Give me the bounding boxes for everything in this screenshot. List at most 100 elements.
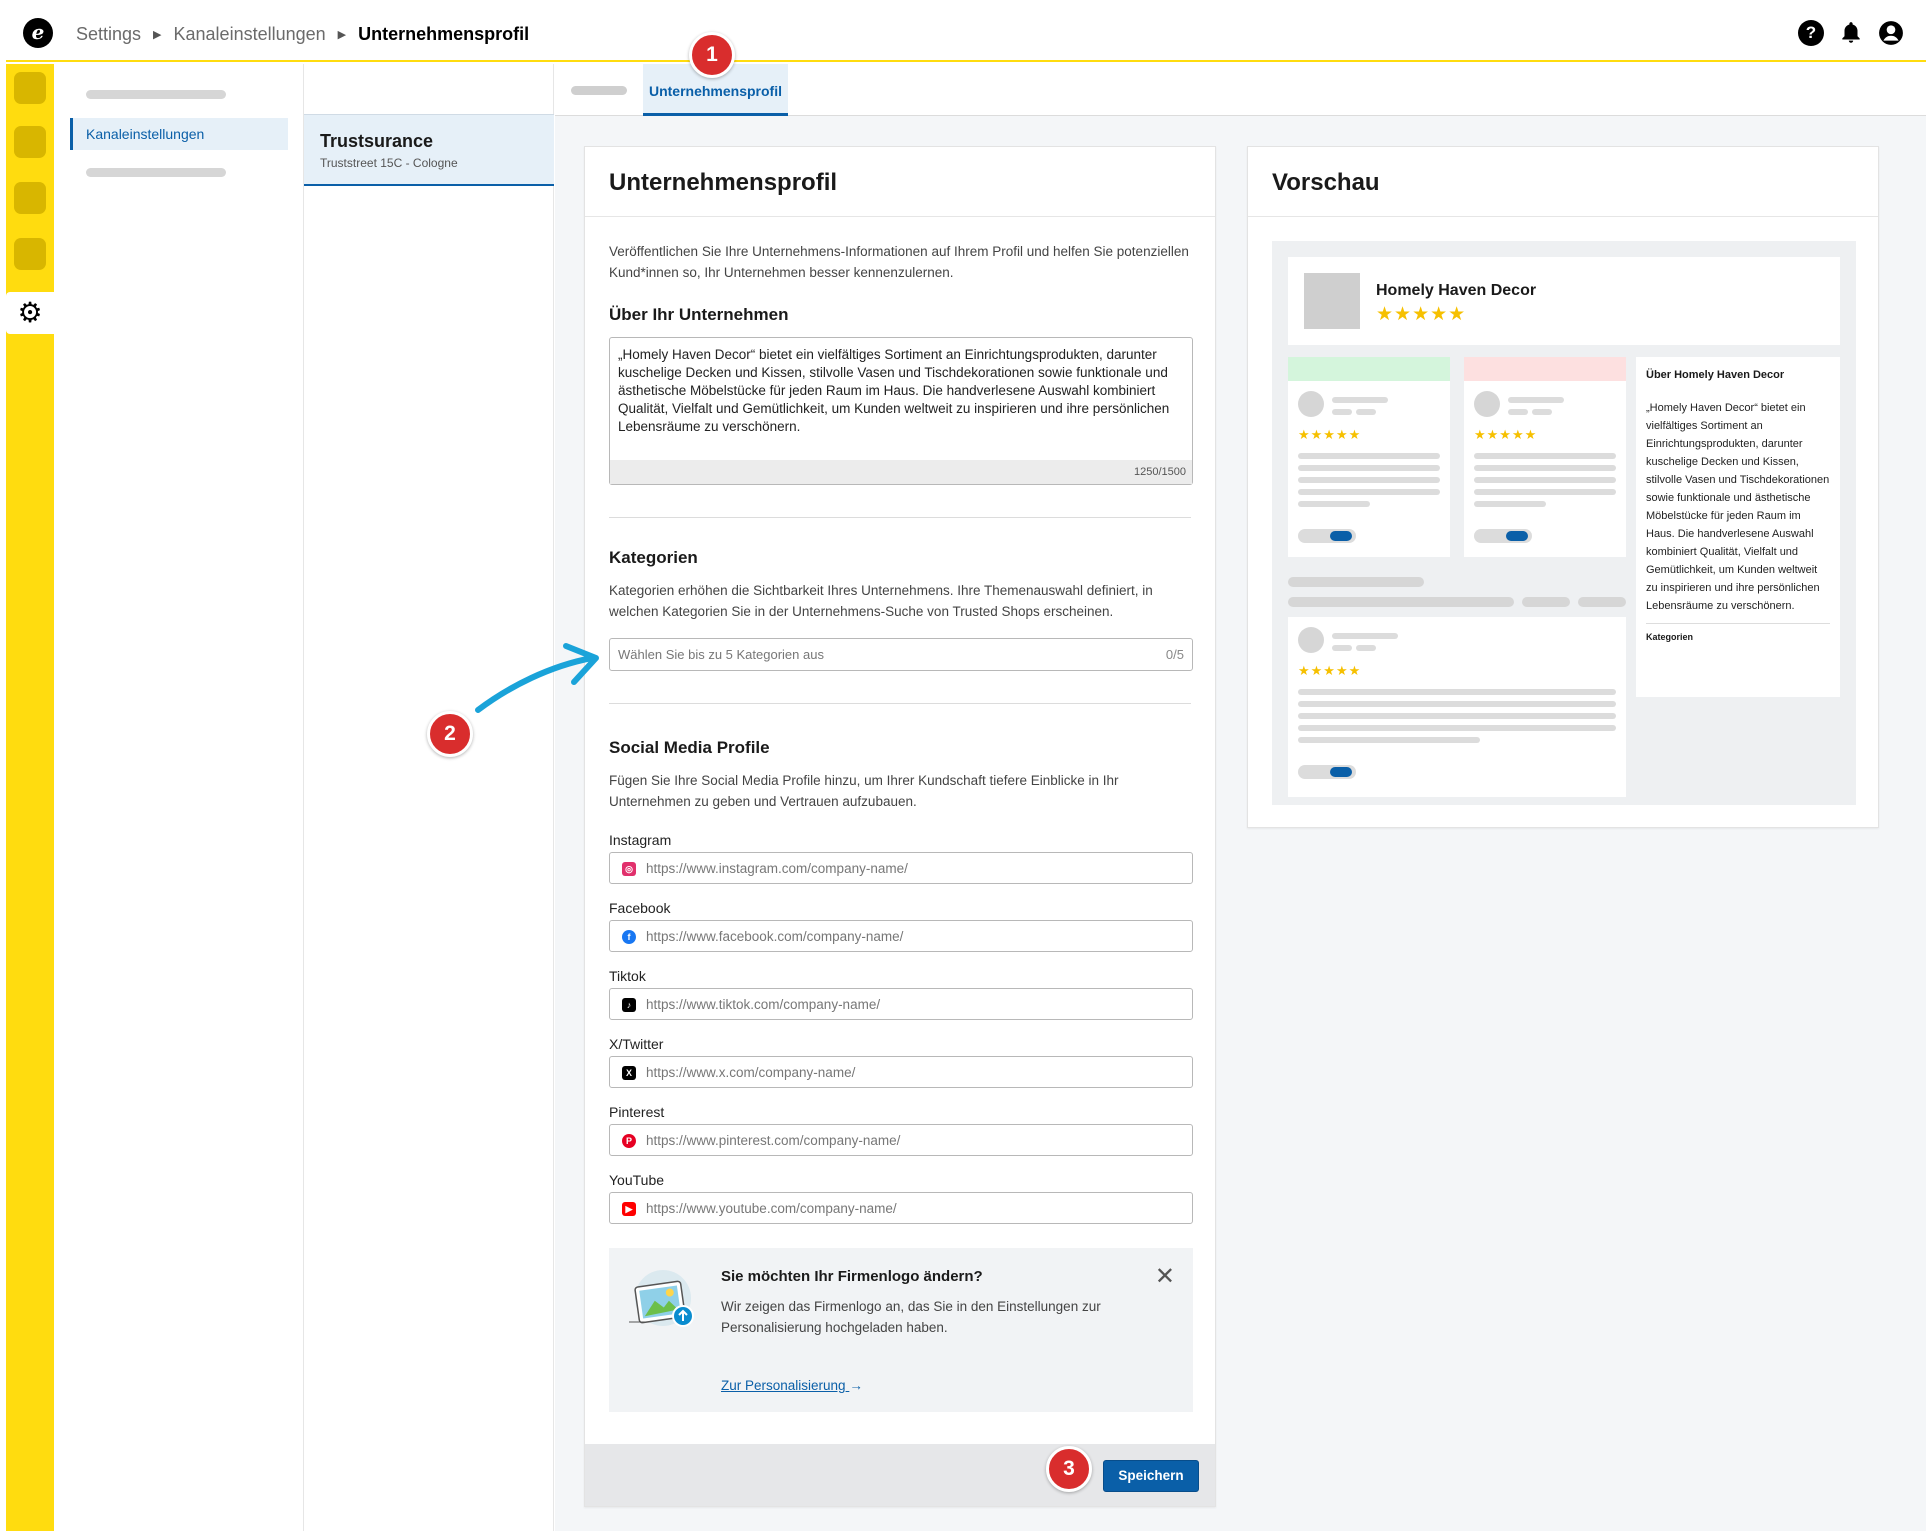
- bell-icon[interactable]: [1838, 20, 1864, 46]
- instagram-icon: ◎: [622, 862, 636, 876]
- text-placeholder: [1474, 501, 1546, 507]
- facebook-label: Facebook: [609, 900, 671, 916]
- gear-icon[interactable]: ⚙: [6, 292, 54, 334]
- toggle: [1298, 765, 1356, 779]
- company-profile-card: Unternehmensprofil Veröffentlichen Sie I…: [584, 146, 1216, 1507]
- text-placeholder: [1298, 737, 1480, 743]
- personalization-link-label: Zur Personalisierung: [721, 1378, 846, 1393]
- pinterest-input[interactable]: P https://www.pinterest.com/company-name…: [609, 1124, 1193, 1156]
- preview-title: Vorschau: [1248, 147, 1878, 217]
- instagram-placeholder: https://www.instagram.com/company-name/: [646, 861, 908, 876]
- facebook-input[interactable]: f https://www.facebook.com/company-name/: [609, 920, 1193, 952]
- instagram-label: Instagram: [609, 832, 672, 848]
- about-text: „Homely Haven Decor“ bietet ein vielfält…: [618, 347, 1170, 434]
- logo-info-text: Wir zeigen das Firmenlogo an, das Sie in…: [721, 1299, 1101, 1335]
- youtube-placeholder: https://www.youtube.com/company-name/: [646, 1201, 897, 1216]
- annotation-badge-3: 3: [1046, 1446, 1092, 1492]
- text-placeholder: [1298, 689, 1616, 695]
- arrow-right-icon: →: [849, 1378, 863, 1393]
- categories-text: Kategorien erhöhen die Sichtbarkeit Ihre…: [609, 583, 1153, 619]
- about-heading: Über Ihr Unternehmen: [609, 305, 789, 324]
- breadcrumb: Settings ▶ Kanaleinstellungen ▶ Unterneh…: [76, 24, 529, 45]
- text-placeholder: [1298, 465, 1440, 471]
- text-placeholder: [1356, 645, 1376, 651]
- save-button[interactable]: Speichern: [1103, 1460, 1199, 1492]
- channel-item[interactable]: Trustsurance Truststreet 15C - Cologne: [304, 114, 554, 186]
- user-icon[interactable]: [1878, 20, 1904, 51]
- avatar: [1474, 391, 1500, 417]
- text-placeholder: [1474, 489, 1616, 495]
- nav-item-placeholder[interactable]: [86, 90, 226, 99]
- channel-list: Trustsurance Truststreet 15C - Cologne: [304, 64, 554, 1531]
- facebook-placeholder: https://www.facebook.com/company-name/: [646, 929, 904, 944]
- text-placeholder: [1474, 465, 1616, 471]
- rail-app-icon[interactable]: [14, 238, 46, 270]
- annotation-badge-1: 1: [689, 32, 735, 78]
- preview-review-card: ★★★★★: [1288, 357, 1450, 557]
- text-placeholder: [1356, 409, 1376, 415]
- text-placeholder: [1532, 409, 1552, 415]
- preview-header: Homely Haven Decor ★★★★★: [1288, 257, 1840, 345]
- tiktok-placeholder: https://www.tiktok.com/company-name/: [646, 997, 881, 1012]
- divider: [609, 517, 1191, 518]
- breadcrumb-kanaleinstellungen[interactable]: Kanaleinstellungen: [174, 24, 326, 45]
- text-placeholder: [1298, 453, 1440, 459]
- divider: [609, 703, 1191, 704]
- etrusted-logo-icon[interactable]: e: [23, 18, 53, 48]
- text-placeholder: [1332, 397, 1388, 403]
- text-placeholder: [1522, 597, 1570, 607]
- help-icon[interactable]: ?: [1798, 20, 1824, 46]
- about-textarea[interactable]: „Homely Haven Decor“ bietet ein vielfält…: [609, 337, 1193, 485]
- app-rail: [6, 64, 54, 1531]
- rail-app-icon[interactable]: [14, 72, 46, 104]
- categories-placeholder: Wählen Sie bis zu 5 Kategorien aus: [618, 647, 824, 662]
- avatar: [1298, 627, 1324, 653]
- rail-app-icon[interactable]: [14, 126, 46, 158]
- text-placeholder: [1578, 597, 1626, 607]
- channel-name: Trustsurance: [320, 131, 434, 151]
- preview-about-title: Über Homely Haven Decor: [1646, 369, 1785, 381]
- text-placeholder: [1298, 477, 1440, 483]
- close-icon[interactable]: ✕: [1155, 1262, 1175, 1291]
- x-twitter-input[interactable]: X https://www.x.com/company-name/: [609, 1056, 1193, 1088]
- preview-about-text: „Homely Haven Decor“ bietet ein vielfält…: [1646, 402, 1830, 612]
- card-title: Unternehmensprofil: [585, 147, 1215, 217]
- text-placeholder: [1332, 633, 1398, 639]
- rail-app-icon[interactable]: [14, 182, 46, 214]
- text-placeholder: [1474, 453, 1616, 459]
- text-placeholder: [1288, 597, 1514, 607]
- categories-heading: Kategorien: [609, 548, 698, 567]
- tiktok-label: Tiktok: [609, 968, 646, 984]
- char-counter: 1250/1500: [610, 460, 1192, 484]
- review-header-negative: [1464, 357, 1626, 381]
- image-upload-icon: [627, 1268, 697, 1332]
- text-placeholder: [1332, 645, 1352, 651]
- divider: [1646, 623, 1830, 624]
- text-placeholder: [1474, 477, 1616, 483]
- nav-item-kanaleinstellungen[interactable]: Kanaleinstellungen: [70, 118, 288, 150]
- intro-text: Veröffentlichen Sie Ihre Unternehmens-In…: [609, 244, 1189, 280]
- x-twitter-label: X/Twitter: [609, 1036, 664, 1052]
- channel-address: Truststreet 15C - Cologne: [320, 156, 458, 170]
- categories-select[interactable]: Wählen Sie bis zu 5 Kategorien aus 0/5: [609, 638, 1193, 671]
- pinterest-placeholder: https://www.pinterest.com/company-name/: [646, 1133, 901, 1148]
- annotation-arrow-icon: [475, 643, 599, 713]
- logo-info-title: Sie möchten Ihr Firmenlogo ändern?: [721, 1268, 983, 1285]
- preview-stage: Homely Haven Decor ★★★★★ ★★★★★ ★★★★★ ★★★…: [1272, 241, 1856, 805]
- instagram-input[interactable]: ◎ https://www.instagram.com/company-name…: [609, 852, 1193, 884]
- personalization-link[interactable]: Zur Personalisierung →: [721, 1378, 863, 1393]
- nav-item-placeholder[interactable]: [86, 168, 226, 177]
- x-icon: X: [622, 1066, 636, 1080]
- breadcrumb-separator-icon: ▶: [337, 29, 347, 41]
- pinterest-label: Pinterest: [609, 1104, 665, 1120]
- text-placeholder: [1298, 725, 1616, 731]
- toggle: [1298, 529, 1356, 543]
- youtube-input[interactable]: ▶ https://www.youtube.com/company-name/: [609, 1192, 1193, 1224]
- tiktok-input[interactable]: ♪ https://www.tiktok.com/company-name/: [609, 988, 1193, 1020]
- breadcrumb-settings[interactable]: Settings: [76, 24, 141, 45]
- tab-placeholder[interactable]: [571, 86, 627, 95]
- tab-bar: Unternehmensprofil: [555, 64, 1926, 116]
- pinterest-icon: P: [622, 1134, 636, 1148]
- preview-shop-name: Homely Haven Decor: [1376, 282, 1537, 299]
- text-placeholder: [1298, 489, 1440, 495]
